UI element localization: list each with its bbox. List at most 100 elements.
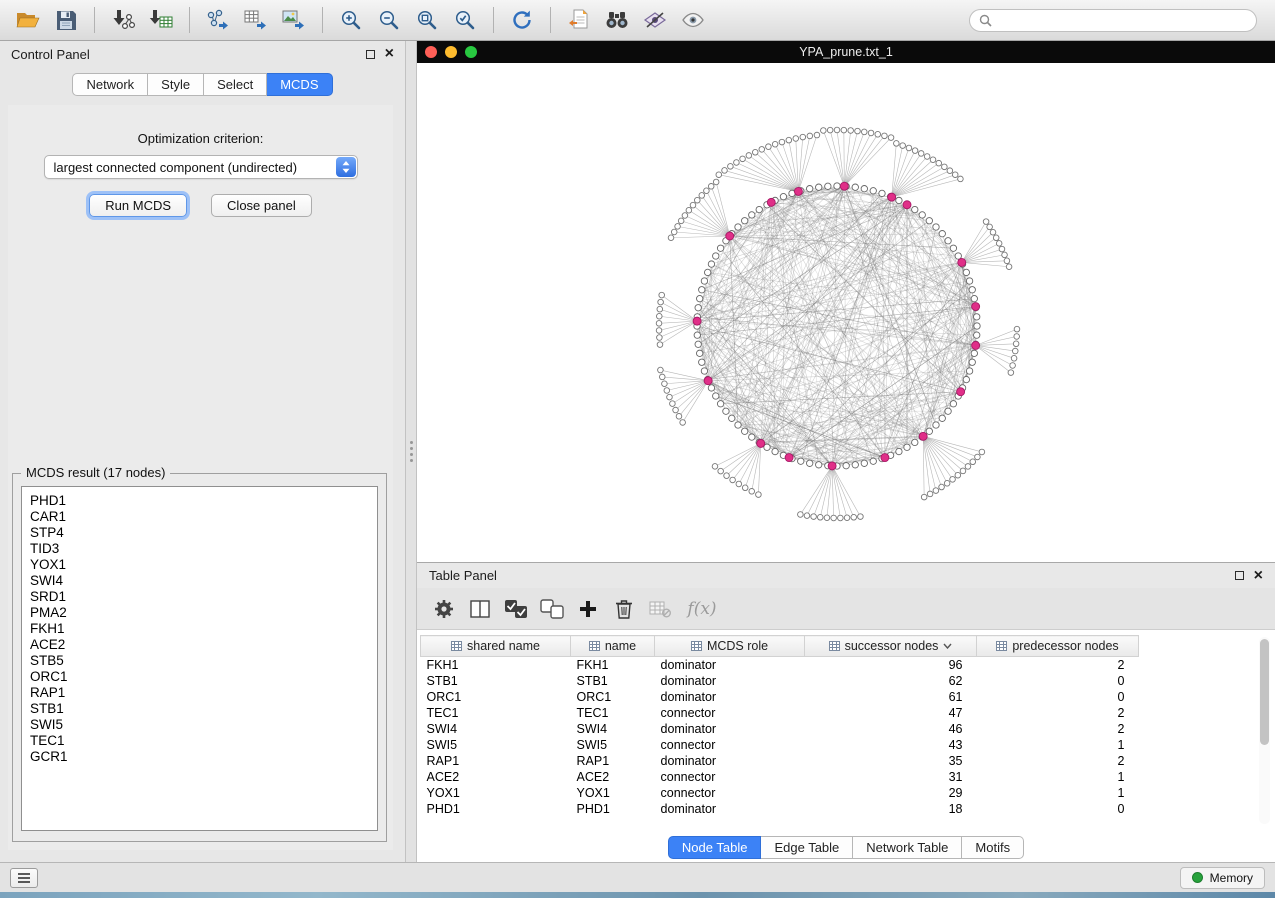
network-node[interactable]	[912, 206, 918, 212]
table-row[interactable]: ACE2ACE2connector311	[421, 769, 1249, 785]
network-node[interactable]	[1002, 252, 1008, 258]
result-node[interactable]: ACE2	[30, 637, 377, 653]
table-row[interactable]: TEC1TEC1connector472	[421, 705, 1249, 721]
zoom-fit-button[interactable]	[409, 4, 445, 36]
close-panel-button[interactable]: Close panel	[211, 194, 312, 217]
tab-network[interactable]: Network	[72, 73, 148, 96]
result-node[interactable]: STB1	[30, 701, 377, 717]
network-node[interactable]	[894, 141, 900, 147]
network-node[interactable]	[933, 224, 939, 230]
network-node[interactable]	[825, 183, 831, 189]
deselect-all-button[interactable]	[537, 595, 567, 623]
network-hub-node[interactable]	[888, 193, 896, 201]
table-scrollbar[interactable]	[1259, 637, 1270, 824]
network-node[interactable]	[673, 407, 679, 413]
network-node[interactable]	[971, 350, 977, 356]
network-node[interactable]	[821, 128, 827, 134]
result-node[interactable]: PHD1	[30, 493, 377, 509]
network-node[interactable]	[958, 176, 964, 182]
column-header-predecessor-nodes[interactable]: predecessor nodes	[977, 636, 1139, 657]
task-history-button[interactable]	[10, 868, 38, 888]
network-node[interactable]	[861, 460, 867, 466]
network-node[interactable]	[657, 306, 663, 312]
network-node[interactable]	[824, 515, 830, 521]
network-hub-node[interactable]	[881, 454, 889, 462]
result-node[interactable]: SRD1	[30, 589, 377, 605]
network-node[interactable]	[979, 449, 985, 455]
graphics-details-button[interactable]	[637, 4, 673, 36]
criterion-select[interactable]: largest connected component (undirected)	[44, 155, 358, 179]
refresh-button[interactable]	[504, 4, 540, 36]
network-node[interactable]	[729, 415, 735, 421]
network-node[interactable]	[936, 160, 942, 166]
network-node[interactable]	[950, 245, 956, 251]
network-node[interactable]	[966, 368, 972, 374]
network-node[interactable]	[906, 145, 912, 151]
network-node[interactable]	[696, 350, 702, 356]
network-node[interactable]	[736, 481, 742, 487]
scrollbar-thumb[interactable]	[1260, 639, 1269, 745]
network-node[interactable]	[680, 420, 686, 426]
network-node[interactable]	[987, 224, 993, 230]
network-node[interactable]	[659, 292, 665, 298]
network-node[interactable]	[999, 246, 1005, 252]
network-hub-node[interactable]	[972, 341, 980, 349]
network-node[interactable]	[930, 157, 936, 163]
network-node[interactable]	[969, 359, 975, 365]
tab-network-table[interactable]: Network Table	[853, 836, 962, 859]
network-hub-node[interactable]	[972, 303, 980, 311]
clone-network-button[interactable]	[561, 4, 597, 36]
network-node[interactable]	[704, 188, 710, 194]
result-node[interactable]: FKH1	[30, 621, 377, 637]
network-node[interactable]	[924, 154, 930, 160]
network-node[interactable]	[960, 468, 966, 474]
network-node[interactable]	[657, 335, 663, 341]
column-header-shared-name[interactable]: shared name	[421, 636, 571, 657]
network-node[interactable]	[695, 305, 701, 311]
network-node[interactable]	[963, 269, 969, 275]
export-image-button[interactable]	[276, 4, 312, 36]
tab-mcds[interactable]: MCDS	[267, 73, 332, 96]
export-network-button[interactable]	[200, 4, 236, 36]
network-canvas[interactable]	[417, 63, 1275, 562]
network-node[interactable]	[1013, 341, 1019, 347]
network-node[interactable]	[834, 183, 840, 189]
network-node[interactable]	[695, 341, 701, 347]
network-node[interactable]	[806, 185, 812, 191]
network-graph[interactable]	[417, 63, 1275, 562]
save-button[interactable]	[48, 4, 84, 36]
network-node[interactable]	[713, 179, 719, 185]
network-hub-node[interactable]	[693, 317, 701, 325]
result-node[interactable]: GCR1	[30, 749, 377, 765]
network-node[interactable]	[945, 238, 951, 244]
float-panel-icon[interactable]	[366, 50, 375, 59]
network-hub-node[interactable]	[957, 388, 965, 396]
network-node[interactable]	[716, 172, 722, 178]
memory-button[interactable]: Memory	[1180, 867, 1265, 889]
table-row[interactable]: YOX1YOX1connector291	[421, 785, 1249, 801]
close-panel-icon[interactable]: ×	[1254, 570, 1263, 582]
network-hub-node[interactable]	[785, 454, 793, 462]
network-node[interactable]	[963, 376, 969, 382]
network-node[interactable]	[870, 458, 876, 464]
network-node[interactable]	[900, 143, 906, 149]
result-node[interactable]: RAP1	[30, 685, 377, 701]
network-hub-node[interactable]	[840, 182, 848, 190]
network-node[interactable]	[933, 488, 939, 494]
network-node[interactable]	[741, 218, 747, 224]
network-node[interactable]	[990, 229, 996, 235]
network-node[interactable]	[690, 202, 696, 208]
network-node[interactable]	[927, 491, 933, 497]
network-node[interactable]	[945, 408, 951, 414]
import-network-button[interactable]	[105, 4, 141, 36]
network-node[interactable]	[947, 168, 953, 174]
network-node[interactable]	[870, 188, 876, 194]
zoom-out-button[interactable]	[371, 4, 407, 36]
tab-motifs[interactable]: Motifs	[962, 836, 1024, 859]
network-node[interactable]	[694, 197, 700, 203]
network-node[interactable]	[772, 141, 778, 147]
column-header-name[interactable]: name	[571, 636, 655, 657]
network-node[interactable]	[723, 408, 729, 414]
network-node[interactable]	[722, 168, 728, 174]
network-node[interactable]	[896, 197, 902, 203]
